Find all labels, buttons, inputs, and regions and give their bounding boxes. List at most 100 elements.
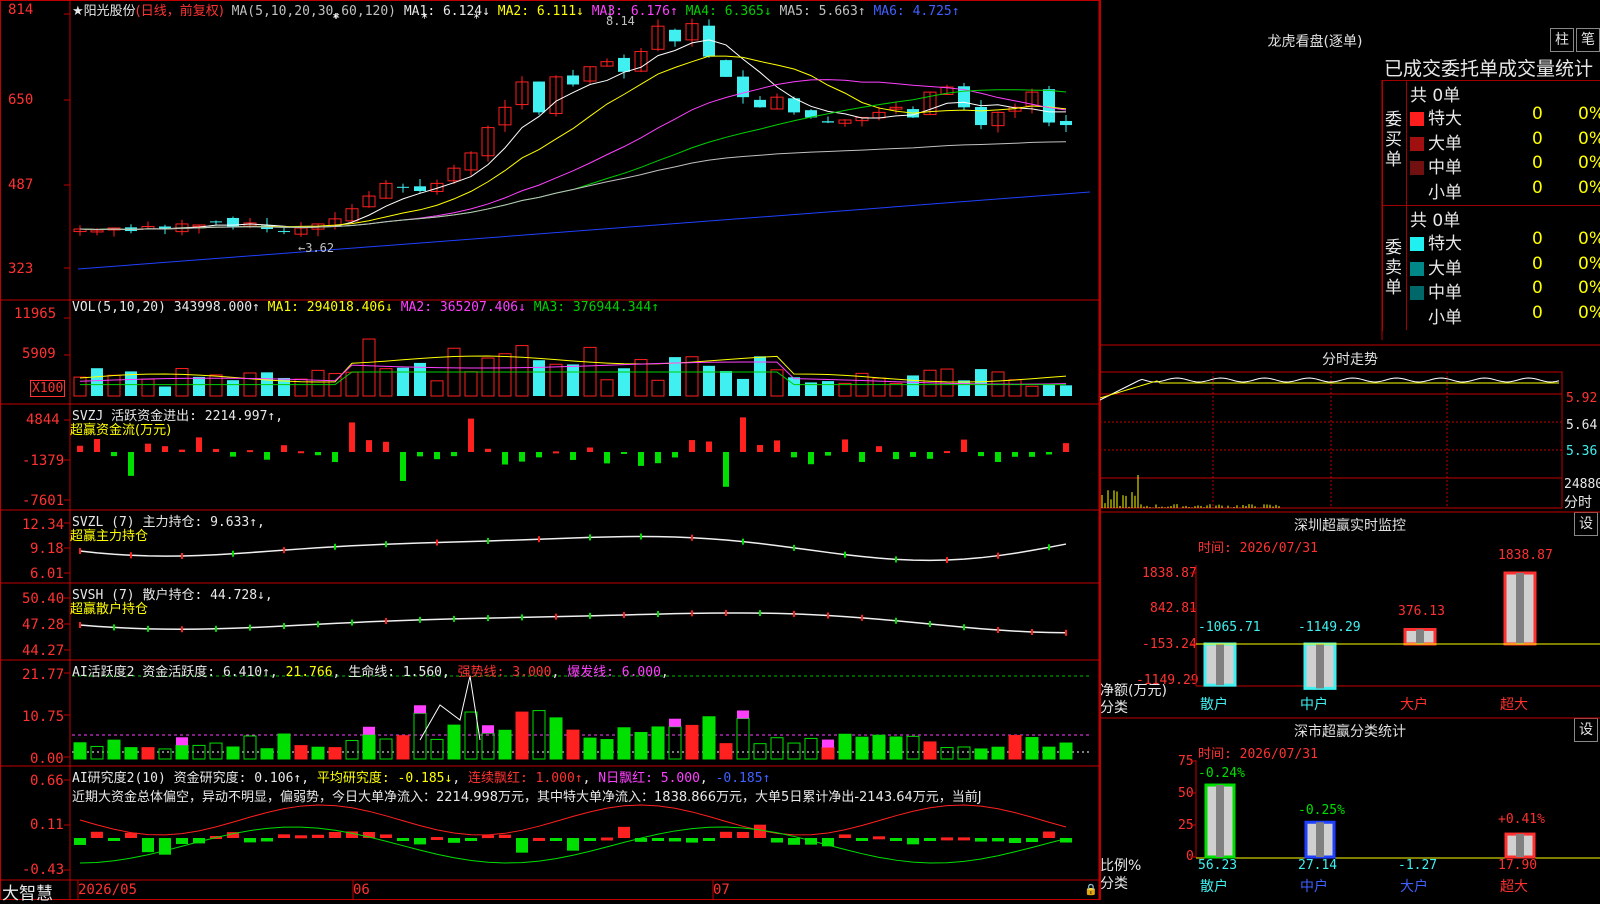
research-bar <box>788 838 800 845</box>
activity-bar <box>328 747 342 760</box>
monitor-category-label: 中户 <box>1300 697 1328 713</box>
candle-body-down <box>533 81 545 113</box>
moneyflow-bar <box>723 452 729 487</box>
svzj-sublabel: 超赢资金流(万元) <box>70 423 172 438</box>
moneyflow-bar <box>1012 452 1018 457</box>
svsh-line-tick <box>385 618 387 625</box>
price-axis-650: 650 <box>8 92 34 108</box>
sell-row-percent: 0% <box>1578 302 1600 323</box>
ai2-label: AI研究度2(10) 资金研究度: 0.106↑ <box>72 771 302 786</box>
activity-bar <box>1059 742 1073 760</box>
monitor-axis-2: 842.81 <box>1150 601 1197 616</box>
moneyflow-bar <box>927 452 933 459</box>
moneyflow-bar <box>757 444 763 452</box>
period-label[interactable]: (日线，前复权) <box>136 4 224 19</box>
ai1-v3: 生命线: 1.560 <box>348 665 442 680</box>
classify-axis-3: 25 <box>1178 818 1194 833</box>
activity-bar <box>107 739 121 760</box>
svzl-line-tick <box>742 538 744 545</box>
svsh-line-tick <box>623 611 625 618</box>
svsh-axis-2: 47.28 <box>22 617 65 633</box>
ai1-axis-1: 21.77 <box>22 667 65 683</box>
candle-body-down <box>822 121 834 123</box>
monitor-settings-button[interactable]: 设 <box>1574 512 1598 536</box>
moneyflow-bar <box>111 452 117 457</box>
svzl-line-tick <box>640 533 642 540</box>
buy-row-name: 大单 <box>1428 133 1462 154</box>
moneyflow-bar <box>128 452 134 476</box>
volume-bar-down <box>788 377 800 396</box>
activity-bar <box>464 711 478 760</box>
activity-bar-top <box>482 725 494 734</box>
sell-row-count: 0 <box>1532 253 1543 274</box>
research-bar <box>448 838 460 843</box>
moneyflow-bar <box>162 446 168 452</box>
moneyflow-bar <box>213 448 219 452</box>
activity-bar <box>736 717 750 760</box>
monitor-value-label: 1838.87 <box>1498 548 1553 563</box>
high-price-marker: 8.14 <box>606 14 635 28</box>
stock-chart-area[interactable]: * * ** <box>0 0 1100 900</box>
buy-color-swatch <box>1410 161 1424 175</box>
vol-unit-badge[interactable]: X100 <box>30 380 66 397</box>
research-bar <box>516 838 528 853</box>
classify-title: 深市超赢分类统计 <box>1294 724 1406 740</box>
brand-logo[interactable]: 大智慧 <box>2 879 53 904</box>
lhb-divider <box>1406 80 1407 330</box>
activity-bar <box>855 736 869 760</box>
classify-value-label: 17.90 <box>1498 858 1538 873</box>
classify-axis-1: 75 <box>1178 754 1194 769</box>
classify-settings-button[interactable]: 设 <box>1574 718 1598 742</box>
svsh-line-tick <box>181 626 183 633</box>
lhb-title: 龙虎看盘(逐单) <box>1267 34 1363 50</box>
date-label-1: 2026/05 <box>78 882 138 898</box>
research-bar <box>482 835 494 839</box>
research-bar <box>295 835 307 839</box>
price-axis-323: 323 <box>8 261 34 277</box>
moneyflow-bar <box>417 452 423 457</box>
volume-bar-up <box>430 380 444 397</box>
activity-bar-top <box>822 739 834 748</box>
moneyflow-bar <box>400 452 406 481</box>
classify-change-label: -0.25% <box>1298 803 1345 818</box>
sell-row-count: 0 <box>1532 278 1543 298</box>
ai1-v5: 爆发线: 6.000 <box>567 665 661 680</box>
volume-bar-up <box>770 369 784 397</box>
svzl-sublabel: 超赢主力持仓 <box>70 529 149 544</box>
candle-body-down <box>210 221 222 223</box>
volume-bar-up <box>311 369 325 397</box>
svsh-line-tick <box>997 627 999 634</box>
volume-bar-down <box>193 376 205 396</box>
classify-category-label: 散户 <box>1200 879 1228 895</box>
buy-row-count: 0 <box>1532 104 1543 124</box>
moneyflow-bar <box>536 452 542 458</box>
svzl-line-tick <box>232 550 234 557</box>
activity-bar <box>991 746 1005 760</box>
svsh-axis-1: 50.40 <box>22 591 65 607</box>
activity-bar <box>260 748 274 760</box>
lhb-tick-button[interactable]: 笔 <box>1576 28 1600 52</box>
moneyflow-bar <box>553 451 559 454</box>
ma6-line <box>77 191 1091 270</box>
research-bar <box>1026 838 1038 843</box>
research-bar <box>431 837 443 841</box>
moneyflow-bar <box>604 452 610 464</box>
moneyflow-bar <box>247 450 253 453</box>
candle-body-down <box>618 57 630 72</box>
buy-row-percent: 0% <box>1578 177 1600 198</box>
research-bar <box>856 838 868 841</box>
lock-icon[interactable]: 🔒 <box>1084 883 1098 896</box>
activity-bar <box>294 745 308 760</box>
activity-bar <box>277 733 291 760</box>
low-price-marker: ←3.62 <box>298 241 335 255</box>
svzj-axis-3: -7601 <box>22 493 65 509</box>
volume-bar-up <box>1008 379 1022 397</box>
stock-name[interactable]: ★阳光股份 <box>72 4 136 19</box>
svzl-line-tick <box>130 552 132 559</box>
lhb-bar-button[interactable]: 柱 <box>1550 28 1574 52</box>
volume-bar-down <box>958 380 970 396</box>
ma2-value: MA2: 6.111↓ <box>497 4 584 19</box>
svsh-line-tick <box>725 609 727 616</box>
research-bar <box>669 838 681 842</box>
activity-bar-top <box>363 726 375 735</box>
